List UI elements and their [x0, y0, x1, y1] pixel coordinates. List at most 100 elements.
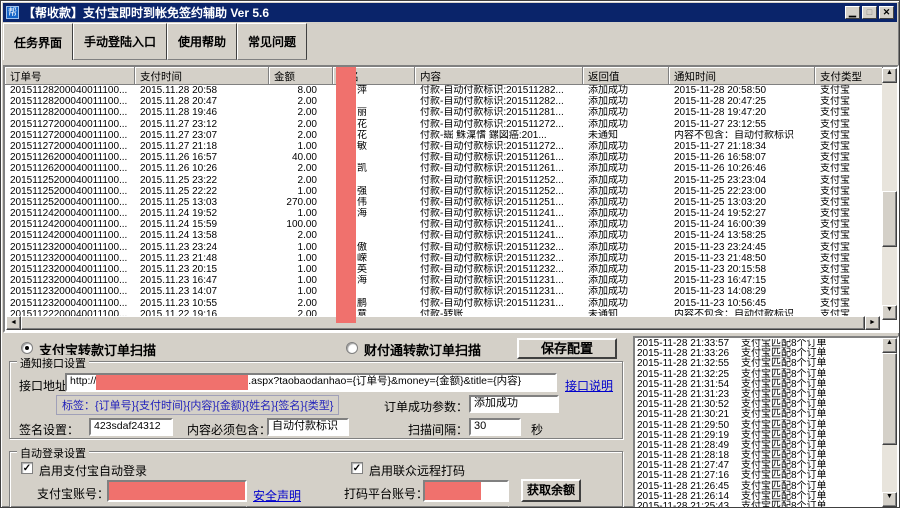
table-cell: 2015.11.23 21:48	[140, 252, 218, 264]
table-cell: 支付宝	[820, 241, 850, 253]
table-cell: 支付宝	[820, 107, 850, 119]
save-config-button[interactable]: 保存配置	[517, 338, 617, 359]
table-row[interactable]: 20151124200040011100... 2015.11.24 13:58 2…	[5, 230, 881, 241]
check-icon: ✓	[22, 463, 32, 474]
table-cell: 付款-自动付款标识:201511282...	[420, 85, 564, 96]
tab-0[interactable]: 任务界面	[3, 23, 74, 60]
tags-hint: 标签：{订单号}{支付时间}{内容}{金额}{姓名}{签名}{类型}	[56, 395, 340, 415]
table-cell: 2015.11.23 14:07	[140, 286, 218, 298]
log-entry[interactable]: 2015-11-28 21:30:21 支付宝匹配8个订单	[637, 410, 881, 420]
log-entry[interactable]: 2015-11-28 21:25:43 支付宝匹配8个订单	[637, 501, 881, 508]
captcha-account-input[interactable]	[423, 480, 509, 502]
get-balance-button[interactable]: 获取余额	[521, 479, 581, 502]
tenpay-scan-radio[interactable]	[346, 342, 358, 354]
log-entry-time: 2015-11-28 21:30:21	[637, 409, 730, 421]
title-bar[interactable]: 帮 【帮收款】支付宝即时到帐免签约辅助 Ver 5.6 ▁ □ ✕	[3, 3, 897, 22]
table-row[interactable]: 20151125200040011100... 2015.11.25 23:22 2…	[5, 175, 881, 186]
security-statement-link[interactable]: 安全声明	[253, 487, 301, 504]
table-cell: 2015.11.24 15:59	[140, 219, 218, 231]
table-cell: 20151124200040011100...	[10, 219, 128, 231]
table-cell: 2015-11-23 20:15:58	[674, 264, 767, 275]
table-cell: 2015-11-27 23:12:55	[674, 118, 767, 130]
table-cell: 2015-11-24 13:58:25	[674, 230, 767, 242]
table-row[interactable]: 20151124200040011100... 2015.11.24 19:52 1…	[5, 208, 881, 219]
log-entry-time: 2015-11-28 21:25:43	[637, 501, 730, 508]
minimize-icon[interactable]: ▁	[845, 6, 860, 19]
api-url-input[interactable]: http:// .aspx?taobaodanhao={订单号}&money={金…	[65, 373, 557, 392]
alipay-account-input[interactable]	[107, 480, 247, 502]
table-cell: 付款-自动付款标识:201511241...	[420, 230, 564, 242]
table-row[interactable]: 20151123200040011100... 2015.11.23 20:15 1…	[5, 264, 881, 275]
table-cell: 支付宝	[820, 252, 850, 264]
table-cell: 付款-自动付款标识:201511241...	[420, 219, 564, 231]
table-row[interactable]: 20151128200040011100... 2015.11.28 20:58 8…	[5, 85, 881, 96]
table-scroll-right-icon[interactable]: ►	[865, 316, 880, 330]
column-header-1[interactable]: 支付时间	[135, 67, 269, 85]
tab-1[interactable]: 手动登陆入口	[73, 23, 168, 60]
table-row[interactable]: 20151126200040011100... 2015.11.26 10:26 2…	[5, 163, 881, 174]
table-row[interactable]: 20151123200040011100... 2015.11.23 16:47 1…	[5, 275, 881, 286]
table-cell: 20151125200040011100...	[10, 185, 128, 197]
table-hscroll-thumb[interactable]	[21, 316, 865, 330]
table-cell: 付款-自动付款标识:201511231...	[420, 286, 564, 298]
api-help-link[interactable]: 接口说明	[565, 377, 613, 394]
table-row[interactable]: 20151123200040011100... 2015.11.23 14:07 1…	[5, 286, 881, 297]
table-cell: 添加成功	[588, 163, 628, 175]
table-row[interactable]: 20151123200040011100... 2015.11.23 23:24 1…	[5, 242, 881, 253]
tab-3[interactable]: 常见问题	[237, 23, 308, 60]
orders-table: 订单号支付时间金额姓名内容返回值通知时间支付类型 201511282000400…	[3, 65, 899, 333]
column-header-4[interactable]: 内容	[415, 67, 583, 85]
table-scroll-up-icon[interactable]: ▲	[882, 68, 897, 83]
column-header-2[interactable]: 金额	[269, 67, 333, 85]
table-row[interactable]: 20151125200040011100... 2015.11.25 13:03 2…	[5, 197, 881, 208]
redaction-overlay-names	[336, 67, 356, 323]
column-header-7[interactable]: 支付类型	[815, 67, 883, 85]
table-cell: 1.00	[297, 275, 317, 287]
table-cell: 添加成功	[588, 241, 628, 253]
log-scroll-down-icon[interactable]: ▼	[882, 492, 897, 507]
table-row[interactable]: 20151127200040011100... 2015.11.27 21:18 1…	[5, 141, 881, 152]
table-cell: 添加成功	[588, 118, 628, 130]
table-cell: 2015-11-23 23:24:45	[674, 241, 767, 253]
column-header-6[interactable]: 通知时间	[669, 67, 815, 85]
table-row[interactable]: 20151124200040011100... 2015.11.24 15:59 1…	[5, 219, 881, 230]
table-row[interactable]: 20151123200040011100... 2015.11.23 21:48 1…	[5, 253, 881, 264]
table-row[interactable]: 20151127200040011100... 2015.11.27 23:12 2…	[5, 119, 881, 130]
log-scroll-up-icon[interactable]: ▲	[882, 338, 897, 353]
table-vscroll-thumb[interactable]	[882, 191, 897, 247]
table-row[interactable]: 20151127200040011100... 2015.11.27 23:07 2…	[5, 130, 881, 141]
alipay-scan-radio[interactable]	[21, 342, 33, 354]
column-header-0[interactable]: 订单号	[5, 67, 135, 85]
table-cell: 付款-自动付款标识:201511272...	[420, 140, 564, 152]
table-cell: 20151123200040011100...	[10, 297, 128, 309]
table-row[interactable]: 20151128200040011100... 2015.11.28 19:46 2…	[5, 107, 881, 118]
close-icon[interactable]: ✕	[879, 6, 894, 19]
table-cell: 添加成功	[588, 286, 628, 298]
table-cell: 20151125200040011100...	[10, 174, 128, 186]
table-cell: 2015-11-28 20:47:25	[674, 96, 767, 108]
maximize-icon[interactable]: □	[862, 6, 877, 19]
table-cell: 支付宝	[820, 118, 850, 130]
success-param-input[interactable]: 添加成功	[469, 395, 559, 413]
must-contain-input[interactable]: 自动付款标识	[267, 418, 349, 436]
tab-2[interactable]: 使用帮助	[167, 23, 238, 60]
remote-code-checkbox[interactable]: ✓	[351, 462, 363, 474]
log-vscroll-thumb[interactable]	[882, 353, 897, 445]
table-row[interactable]: 20151125200040011100... 2015.11.25 22:22 1…	[5, 186, 881, 197]
table-cell: 未通知	[588, 129, 618, 141]
table-row[interactable]: 20151128200040011100... 2015.11.28 20:47 2…	[5, 96, 881, 107]
interval-input[interactable]: 30	[469, 418, 521, 436]
table-scroll-left-icon[interactable]: ◄	[6, 316, 21, 330]
table-cell: 付款-自动付款标识:201511232...	[420, 241, 564, 253]
table-cell: 20151126200040011100...	[10, 152, 128, 164]
table-row[interactable]: 20151126200040011100... 2015.11.26 16:57 4…	[5, 152, 881, 163]
table-row[interactable]: 20151123200040011100... 2015.11.23 10:55 2…	[5, 298, 881, 309]
table-cell: 支付宝	[820, 163, 850, 175]
table-cell: 支付宝	[820, 264, 850, 275]
table-cell: 20151124200040011100...	[10, 230, 128, 242]
sign-input[interactable]: 423sdaf24312	[89, 418, 173, 436]
auto-login-checkbox[interactable]: ✓	[21, 462, 33, 474]
table-cell: 支付宝	[820, 275, 850, 287]
column-header-5[interactable]: 返回值	[583, 67, 669, 85]
table-scroll-down-icon[interactable]: ▼	[882, 305, 897, 320]
